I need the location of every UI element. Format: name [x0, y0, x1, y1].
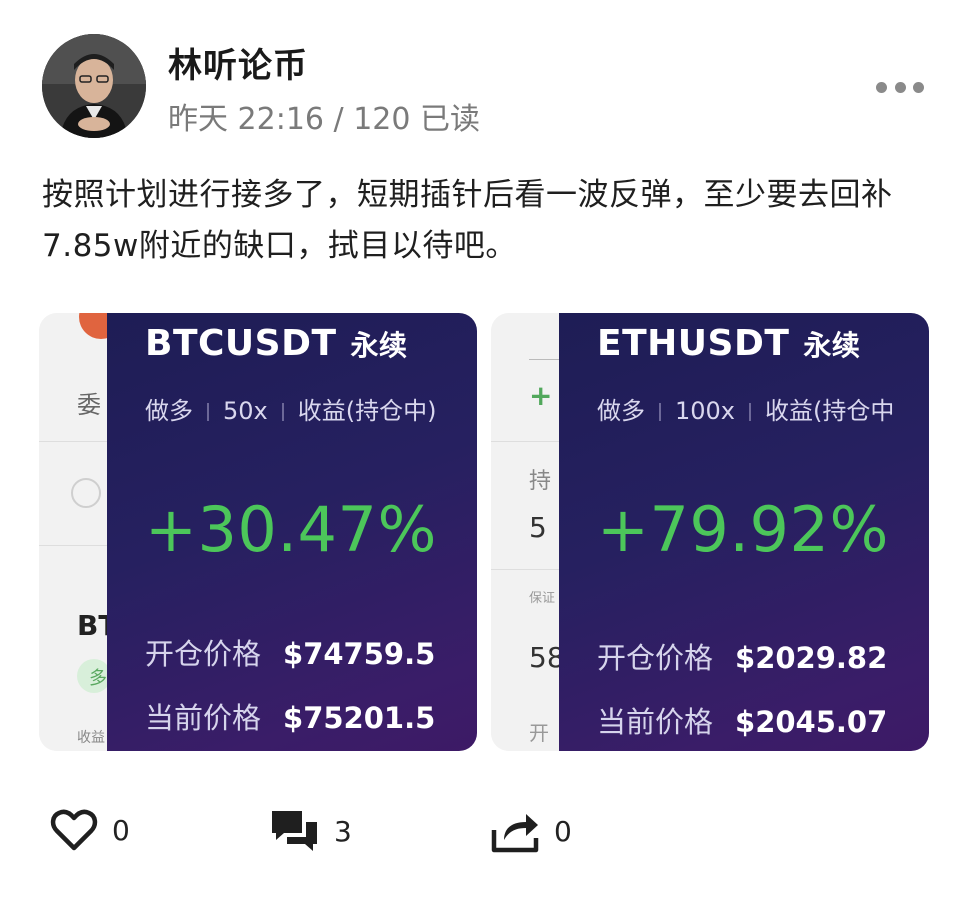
background-screenshot: 委 BT 多 收益 — [39, 313, 123, 751]
open-price-label: 开仓价格 — [597, 641, 714, 675]
leverage: 50x — [223, 397, 268, 425]
action-bar: 0 3 0 — [0, 800, 968, 860]
background-screenshot: + 持 5 保证 58 开 — [491, 313, 569, 751]
position-card-eth[interactable]: + 持 5 保证 58 开 ETHUSDT 永续 做多 100x 收益(持仓中 +79… — [491, 313, 929, 751]
pnl-percentage: +30.47% — [145, 493, 437, 566]
read-count: 120 已读 — [353, 102, 480, 137]
pair-symbol: ETHUSDT — [597, 323, 790, 364]
more-icon[interactable] — [876, 80, 924, 94]
bg-fragment: 持 — [529, 469, 552, 494]
avatar-image — [42, 34, 146, 138]
comment-button[interactable]: 3 — [270, 808, 352, 854]
leverage: 100x — [675, 397, 736, 425]
position-side: 做多 — [145, 397, 193, 425]
meta-separator: / — [333, 102, 354, 137]
current-price-row: 当前价格 $2045.07 — [597, 699, 887, 741]
bg-fragment: 开 — [529, 721, 549, 745]
contract-type: 永续 — [803, 329, 861, 362]
author-name[interactable]: 林听论币 — [168, 38, 308, 87]
pnl-percentage: +79.92% — [597, 493, 889, 566]
bg-fragment: 保证 — [529, 591, 556, 606]
comment-count: 3 — [334, 814, 352, 848]
contract-type: 永续 — [350, 329, 408, 362]
open-price-label: 开仓价格 — [145, 637, 262, 671]
open-price-value: $2029.82 — [735, 641, 888, 675]
position-tags: 做多 100x 收益(持仓中 — [597, 391, 894, 426]
current-price-value: $75201.5 — [283, 701, 436, 735]
post-text: 按照计划进行接多了，短期插针后看一波反弹，至少要去回补7.85w附近的缺口，拭目… — [42, 177, 893, 264]
position-status: 收益(持仓中) — [297, 397, 437, 425]
current-price-row: 当前价格 $75201.5 — [145, 695, 435, 737]
position-tags: 做多 50x 收益(持仓中) — [145, 391, 436, 426]
bg-fragment: 委 — [77, 391, 101, 419]
open-price-value: $74759.5 — [283, 637, 436, 671]
heart-icon — [50, 809, 98, 851]
position-panel: BTCUSDT 永续 做多 50x 收益(持仓中) +30.47% 开仓价格 $7475… — [107, 313, 477, 751]
open-price-row: 开仓价格 $2029.82 — [597, 635, 887, 677]
share-count: 0 — [554, 814, 572, 848]
post-time: 昨天 22:16 — [168, 102, 324, 137]
position-status: 收益(持仓中 — [765, 397, 895, 425]
trading-pair: ETHUSDT 永续 — [597, 323, 860, 364]
current-price-label: 当前价格 — [597, 705, 714, 739]
current-price-value: $2045.07 — [735, 705, 888, 739]
position-card-btc[interactable]: 委 BT 多 收益 BTCUSDT 永续 做多 50x 收益(持仓中) +30.47%… — [39, 313, 477, 751]
like-count: 0 — [112, 813, 130, 847]
trading-pair: BTCUSDT 永续 — [145, 323, 408, 364]
pair-symbol: BTCUSDT — [145, 323, 337, 364]
like-button[interactable]: 0 — [50, 808, 130, 852]
post-meta: 昨天 22:16 / 120 已读 — [168, 94, 480, 138]
share-button[interactable]: 0 — [490, 808, 572, 854]
position-side: 做多 — [597, 397, 645, 425]
current-price-label: 当前价格 — [145, 701, 262, 735]
bg-fragment: + — [529, 379, 553, 412]
avatar[interactable] — [42, 34, 146, 138]
share-icon — [491, 814, 539, 853]
position-panel: ETHUSDT 永续 做多 100x 收益(持仓中 +79.92% 开仓价格 $2029… — [559, 313, 929, 751]
open-price-row: 开仓价格 $74759.5 — [145, 631, 435, 673]
bg-fragment: 5 — [529, 511, 547, 544]
bg-fragment: 多 — [89, 668, 107, 689]
comment-icon — [272, 811, 317, 851]
post: 林听论币 昨天 22:16 / 120 已读 按照计划进行接多了，短期插针后看一… — [0, 0, 968, 898]
bg-fragment: 收益 — [77, 730, 105, 746]
